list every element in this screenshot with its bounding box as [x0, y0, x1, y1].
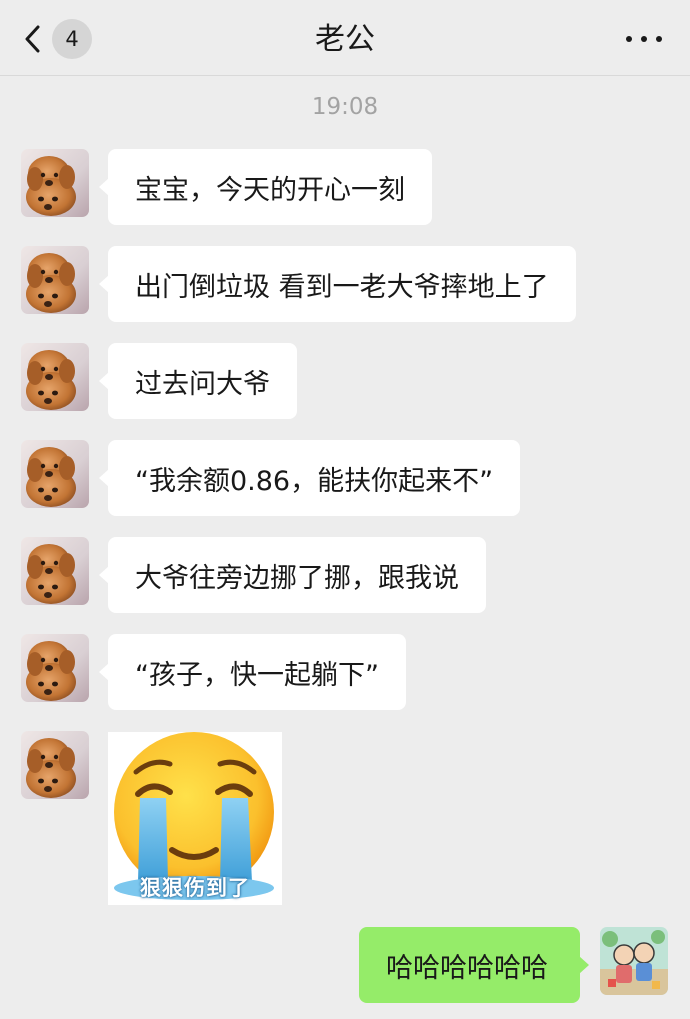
contact-avatar[interactable] [21, 634, 89, 702]
message-timestamp: 19:08 [311, 94, 379, 120]
contact-avatar[interactable] [21, 440, 89, 508]
my-avatar[interactable] [600, 927, 668, 995]
chat-header: 4 老公 [0, 0, 690, 76]
contact-avatar[interactable] [21, 731, 89, 799]
ellipsis-icon [626, 36, 632, 42]
message-bubble[interactable]: 过去问大爷 [99, 343, 297, 419]
message-bubble[interactable]: 大爷往旁边挪了挪，跟我说 [99, 537, 486, 613]
crying-face-sticker[interactable]: 狠狠伤到了 [108, 732, 282, 905]
contact-avatar[interactable] [21, 537, 89, 605]
contact-avatar[interactable] [21, 343, 89, 411]
contact-avatar[interactable] [21, 149, 89, 217]
contact-avatar[interactable] [21, 246, 89, 314]
outgoing-message-bubble[interactable]: 哈哈哈哈哈哈 [359, 927, 589, 1003]
chat-title: 老公 [315, 22, 375, 57]
more-options-button[interactable] [626, 24, 662, 54]
unread-count-badge: 4 [52, 19, 92, 59]
chevron-left-icon [18, 18, 46, 60]
message-bubble[interactable]: “孩子，快一起躺下” [99, 634, 406, 710]
message-bubble[interactable]: “我余额0.86，能扶你起来不” [98, 440, 521, 516]
message-bubble[interactable]: 宝宝，今天的开心一刻 [99, 149, 432, 225]
message-bubble[interactable]: 出门倒垃圾 看到一老大爷摔地上了 [99, 246, 576, 322]
sticker-caption: 狠狠伤到了 [140, 876, 250, 900]
back-button[interactable]: 4 [18, 18, 92, 60]
